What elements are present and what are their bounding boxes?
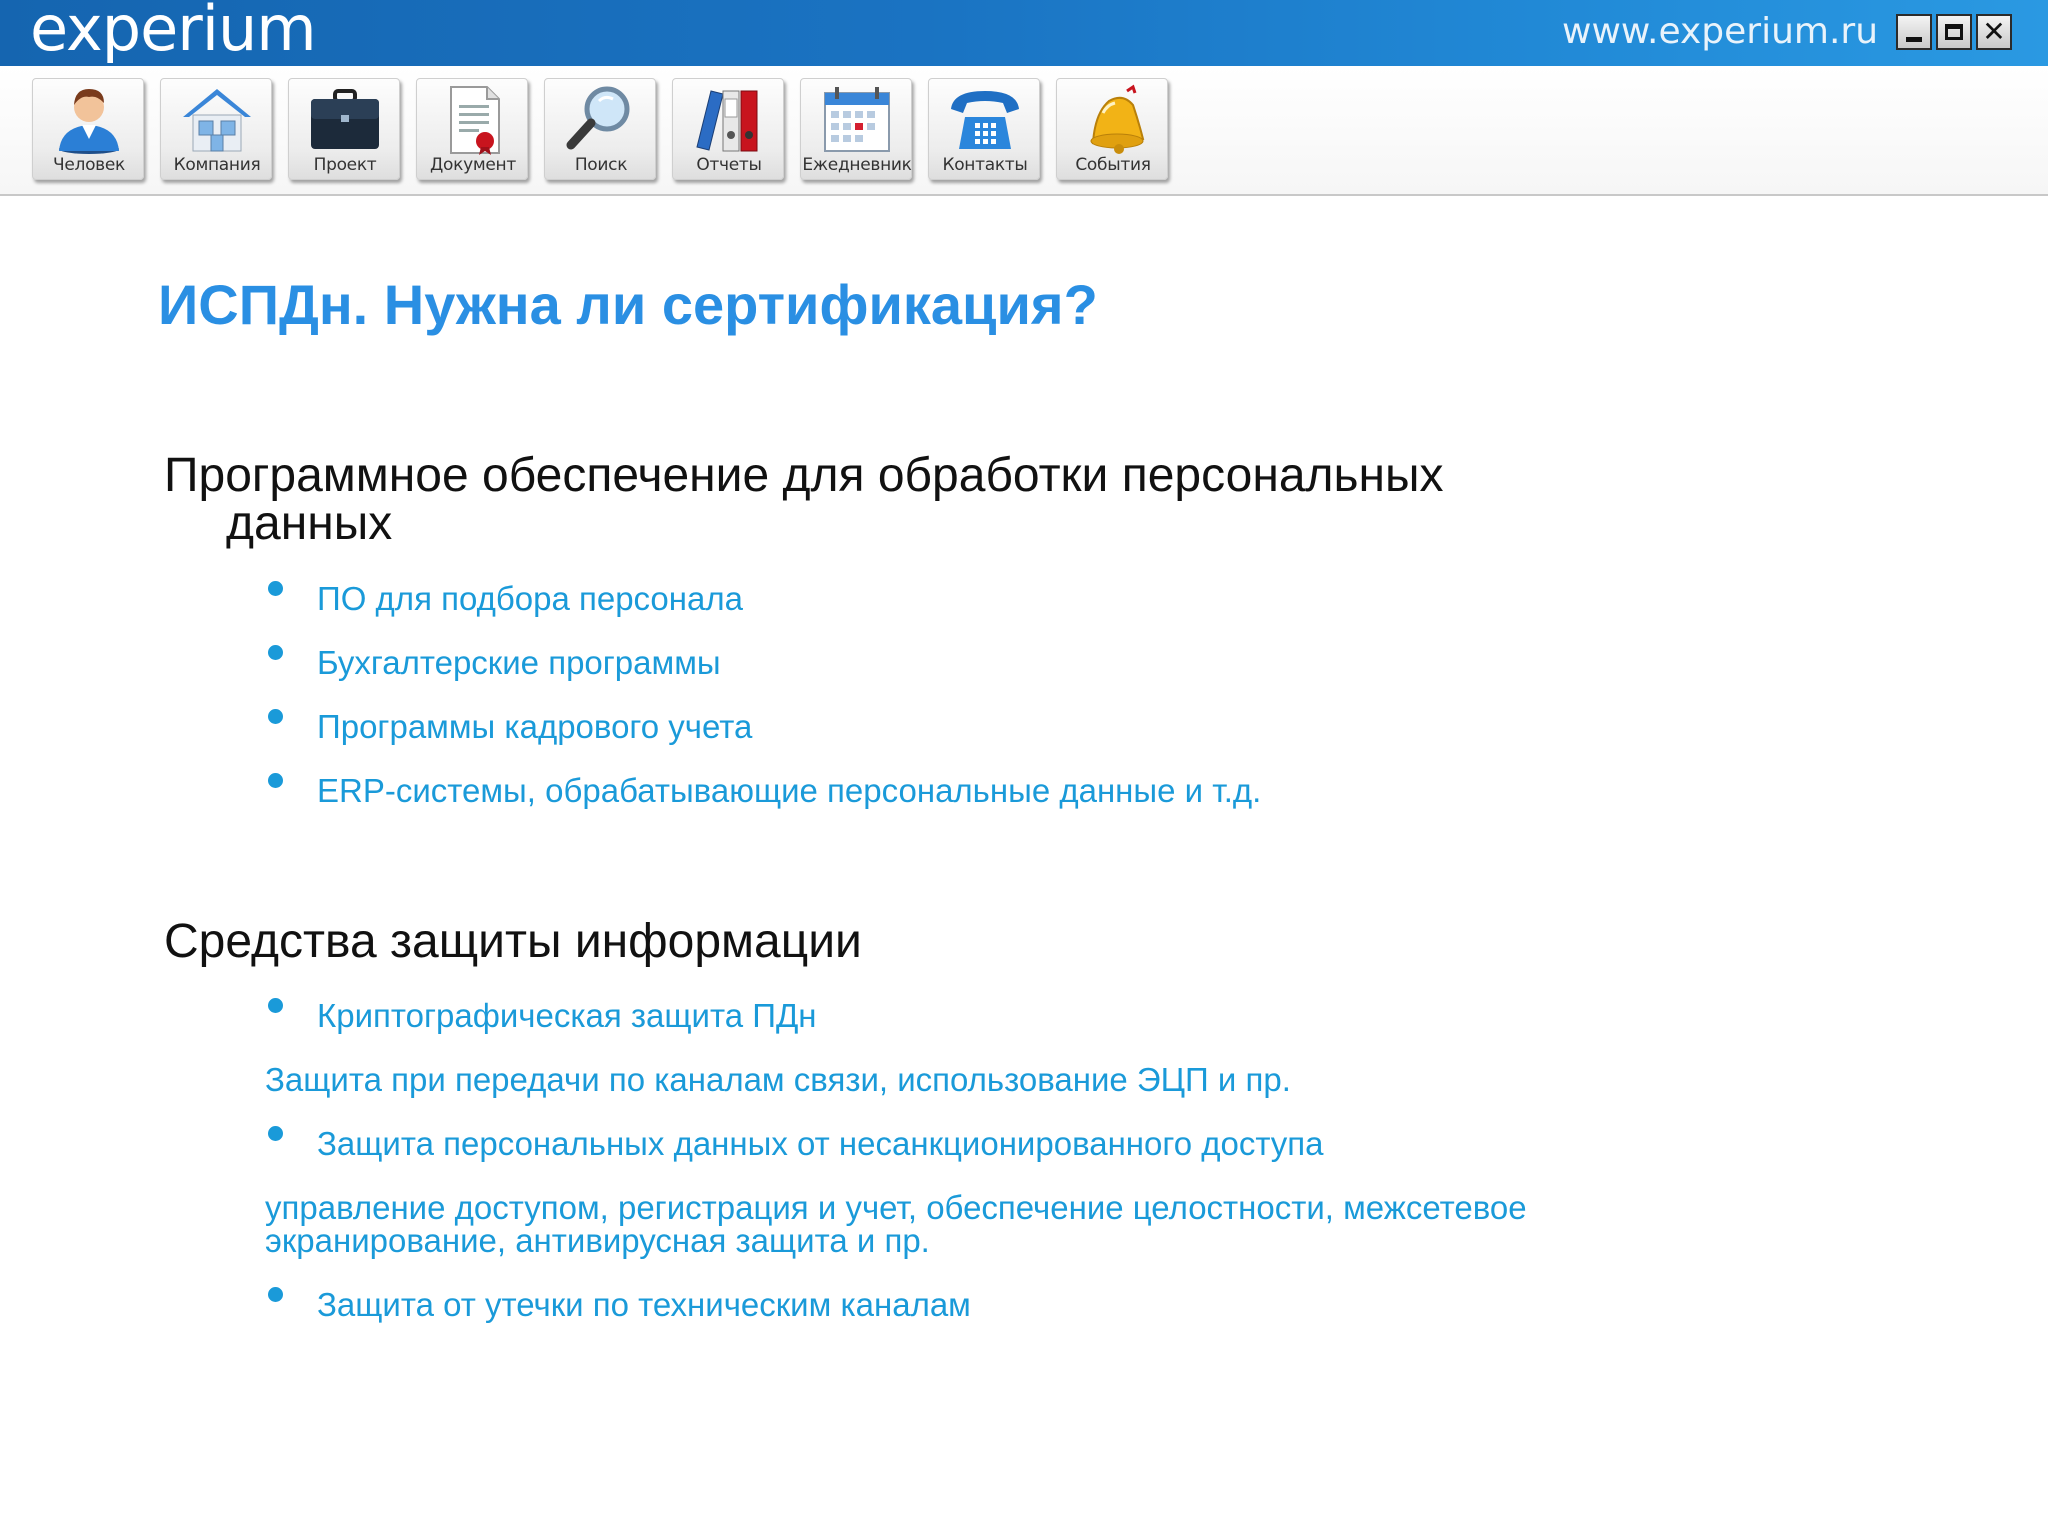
maximize-icon <box>1945 24 1963 40</box>
toolbar-label: Проект <box>313 155 377 175</box>
list-item: ERP-системы, обрабатывающие персональные… <box>317 772 1262 809</box>
toolbar-label: Человек <box>52 155 126 175</box>
person-icon <box>59 89 119 154</box>
list-item: Защита от утечки по техническим каналам <box>317 1286 971 1323</box>
site-url: www.experium.ru <box>1562 11 1879 52</box>
telephone-icon <box>951 91 1019 149</box>
toolbar-button-reports[interactable]: Отчеты <box>672 78 784 180</box>
bullet-dot <box>268 581 283 596</box>
bullet-dot <box>268 1287 283 1302</box>
list-item: Программы кадрового учета <box>317 708 753 745</box>
toolbar-label: Контакты <box>942 155 1028 175</box>
toolbar-label: Компания <box>173 155 261 175</box>
close-icon: ✕ <box>1982 15 2006 48</box>
section-heading-line: данных <box>226 497 393 550</box>
toolbar-button-search[interactable]: Поиск <box>544 78 656 180</box>
bullet-dot <box>268 773 283 788</box>
list-item: Бухгалтерские программы <box>317 644 721 681</box>
minimize-button[interactable] <box>1896 14 1932 50</box>
bullet-dot <box>268 998 283 1013</box>
bullet-dot <box>268 1126 283 1141</box>
sub-note: управление доступом, регистрация и учет,… <box>265 1189 1527 1226</box>
list-item: Защита персональных данных от несанкцион… <box>317 1125 1324 1162</box>
section-heading-line: Программное обеспечение для обработки пе… <box>164 449 1444 502</box>
minimize-icon <box>1906 36 1922 42</box>
toolbar-button-diary[interactable]: Ежедневник <box>800 78 912 180</box>
sub-note: экранирование, антивирусная защита и пр. <box>265 1222 930 1259</box>
toolbar-label: Поиск <box>574 155 628 175</box>
toolbar-button-person[interactable]: Человек <box>32 78 144 180</box>
toolbar-label: Документ <box>430 155 516 175</box>
calendar-icon <box>824 87 890 152</box>
toolbar-label: События <box>1075 155 1151 175</box>
toolbar-button-contacts[interactable]: Контакты <box>928 78 1040 180</box>
list-item: Криптографическая защита ПДн <box>317 997 817 1034</box>
toolbar-label: Ежедневник <box>802 155 912 175</box>
bullet-dot <box>268 645 283 660</box>
document-icon <box>450 86 500 155</box>
experium-logo[interactable]: experium <box>30 0 317 62</box>
sub-note: Защита при передачи по каналам связи, ис… <box>265 1061 1291 1098</box>
toolbar-button-project[interactable]: Проект <box>288 78 400 180</box>
bell-icon <box>1090 84 1145 154</box>
section-heading-software: Программное обеспечение для обработки пе… <box>164 452 1444 548</box>
toolbar-button-events[interactable]: События <box>1056 78 1168 180</box>
house-icon <box>183 89 251 152</box>
slide-title: ИСПДн. Нужна ли сертификация? <box>158 273 1098 336</box>
close-button[interactable]: ✕ <box>1976 14 2012 50</box>
briefcase-icon <box>311 89 379 149</box>
list-item: ПО для подбора персонала <box>317 580 743 617</box>
section-heading-protection: Средства защиты информации <box>164 915 862 968</box>
title-bar: experium www.experium.ru ✕ <box>0 0 2048 66</box>
maximize-button[interactable] <box>1936 14 1972 50</box>
toolbar-label: Отчеты <box>696 155 762 175</box>
main-toolbar: Человек Компания Проект Документ Поиск О… <box>0 66 2048 196</box>
toolbar-button-company[interactable]: Компания <box>160 78 272 180</box>
window-controls: ✕ <box>1896 14 2012 50</box>
toolbar-button-document[interactable]: Документ <box>416 78 528 180</box>
bullet-dot <box>268 709 283 724</box>
binders-icon <box>696 90 758 152</box>
magnifier-icon <box>566 86 630 150</box>
